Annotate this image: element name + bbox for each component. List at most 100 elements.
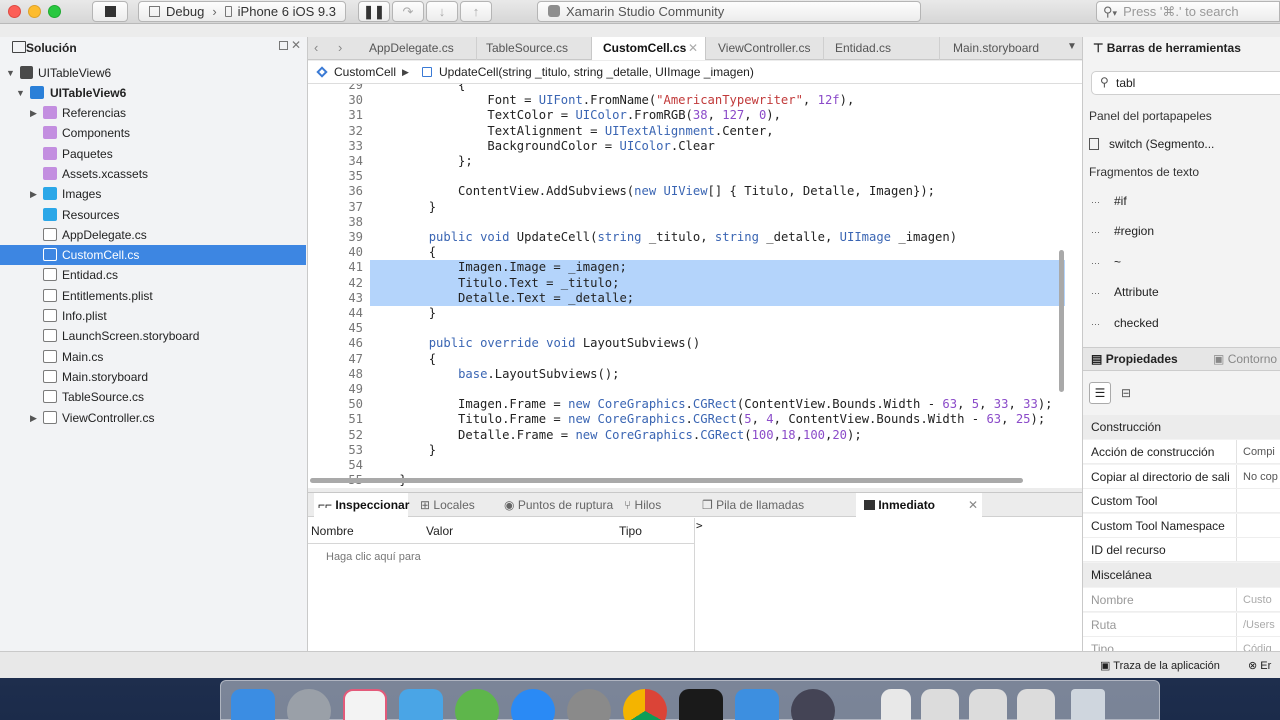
- property-row[interactable]: Custom Tool Namespace: [1083, 513, 1280, 538]
- prop-section-construccion[interactable]: Construcción: [1083, 415, 1280, 439]
- column-tipo[interactable]: Tipo: [619, 524, 642, 538]
- tree-root[interactable]: ▼ UITableView6: [0, 63, 306, 83]
- code-line[interactable]: 54: [308, 458, 1082, 473]
- column-nombre[interactable]: Nombre: [311, 524, 354, 538]
- code-line[interactable]: 44 }: [308, 306, 1082, 321]
- tree-item[interactable]: ▶ Referencias: [0, 103, 306, 123]
- tree-item[interactable]: LaunchScreen.storyboard: [0, 326, 306, 346]
- code-line[interactable]: 46 public override void LayoutSubviews(): [308, 336, 1082, 351]
- code-line[interactable]: 42 Titulo.Text = _titulo;: [308, 275, 1082, 291]
- system-preferences-icon[interactable]: [567, 689, 611, 720]
- pad-tab-callstack[interactable]: ❐ Pila de llamadas: [702, 493, 804, 517]
- code-line[interactable]: 36 ContentView.AddSubviews(new UIView[] …: [308, 184, 1082, 199]
- close-pad-icon[interactable]: ✕: [968, 493, 978, 517]
- finder-icon[interactable]: [231, 689, 275, 720]
- code-line[interactable]: 33 BackgroundColor = UIColor.Clear: [308, 139, 1082, 154]
- property-row[interactable]: Copiar al directorio de sali No cop: [1083, 464, 1280, 489]
- watch-add-hint[interactable]: Haga clic aquí para: [326, 551, 421, 563]
- expand-right-icon[interactable]: ▶: [30, 103, 37, 123]
- simulator-icon[interactable]: [735, 689, 779, 720]
- zoom-window-button[interactable]: [48, 5, 61, 18]
- code-line[interactable]: 31 TextColor = UIColor.FromRGB(38, 127, …: [308, 108, 1082, 123]
- editor-horizontal-scrollbar[interactable]: [310, 478, 1023, 483]
- errors-button[interactable]: ⊗ Er: [1248, 659, 1271, 672]
- tab-forward-icon[interactable]: ›: [338, 40, 342, 55]
- categorize-button[interactable]: ☰: [1089, 382, 1111, 404]
- toolbox-search-input[interactable]: ⚲ tabl: [1091, 71, 1280, 95]
- close-panel-icon[interactable]: ✕: [291, 38, 301, 52]
- screenshot-icon-3[interactable]: [1017, 689, 1055, 720]
- xamarin-icon[interactable]: [343, 689, 387, 720]
- tree-item[interactable]: ▶ ViewController.cs: [0, 408, 306, 428]
- tree-item[interactable]: Paquetes: [0, 144, 306, 164]
- run-config-selector[interactable]: Debug › iPhone 6 iOS 9.3: [138, 1, 346, 22]
- code-line[interactable]: 38: [308, 215, 1082, 230]
- tree-item[interactable]: Info.plist: [0, 306, 306, 326]
- code-line[interactable]: 32 TextAlignment = UITextAlignment.Cente…: [308, 124, 1082, 139]
- tab-tablesource[interactable]: TableSource.cs: [476, 37, 591, 60]
- expand-right-icon[interactable]: ▶: [30, 184, 37, 204]
- code-line[interactable]: 47 {: [308, 352, 1082, 367]
- screenshot-icon-2[interactable]: [969, 689, 1007, 720]
- step-out-button[interactable]: ↑: [460, 1, 492, 22]
- tree-project[interactable]: ▼ UITableView6: [0, 83, 306, 103]
- step-into-button[interactable]: ↓: [426, 1, 458, 22]
- terminal-app-icon[interactable]: [679, 689, 723, 720]
- code-line[interactable]: 43 Detalle.Text = _detalle;: [308, 290, 1082, 306]
- tab-propiedades[interactable]: ▤ Propiedades: [1091, 352, 1178, 366]
- toolbox-snippet[interactable]: ··· #if: [1083, 189, 1280, 213]
- toolbox-snippet[interactable]: ··· Attribute: [1083, 280, 1280, 304]
- property-row[interactable]: Acción de construcción Compi: [1083, 440, 1280, 464]
- tabs-overflow-icon[interactable]: ▼: [1067, 41, 1077, 52]
- pad-tab-inmediato[interactable]: Inmediato ✕: [856, 493, 982, 517]
- toolbox-snippet[interactable]: ··· ~: [1083, 250, 1280, 274]
- app-trace-button[interactable]: ▣ Traza de la aplicación: [1100, 659, 1220, 672]
- property-row[interactable]: Tipo Códig: [1083, 637, 1280, 651]
- editor-vertical-scrollbar[interactable]: [1059, 250, 1064, 392]
- code-line[interactable]: 52 Detalle.Frame = new CoreGraphics.CGRe…: [308, 428, 1082, 443]
- tree-item[interactable]: Main.cs: [0, 347, 306, 367]
- property-row[interactable]: Nombre Custo: [1083, 588, 1280, 612]
- code-line[interactable]: 30 Font = UIFont.FromName("AmericanTypew…: [308, 93, 1082, 108]
- immediate-prompt[interactable]: >: [696, 519, 703, 532]
- xcode-icon[interactable]: [399, 689, 443, 720]
- dock-panel-icon[interactable]: [279, 41, 288, 50]
- prop-section-miscelanea[interactable]: Miscelánea: [1083, 563, 1280, 587]
- code-line[interactable]: 53 }: [308, 443, 1082, 458]
- tab-mainstoryboard[interactable]: Main.storyboard: [939, 37, 1057, 60]
- tree-item[interactable]: AppDelegate.cs: [0, 225, 306, 245]
- code-line[interactable]: 37 }: [308, 200, 1082, 215]
- tab-viewcontroller[interactable]: ViewController.cs: [707, 37, 822, 60]
- code-line[interactable]: 29 {: [308, 84, 1082, 93]
- tree-item[interactable]: ▶ Images: [0, 184, 306, 204]
- tree-item[interactable]: TableSource.cs: [0, 387, 306, 407]
- property-row[interactable]: Ruta/Users: [1083, 612, 1280, 637]
- quicktime-icon[interactable]: [791, 689, 835, 720]
- stop-button[interactable]: [92, 1, 128, 22]
- sort-button[interactable]: ⊟: [1121, 386, 1131, 400]
- pause-button[interactable]: ❚❚: [358, 1, 390, 22]
- breadcrumb-class[interactable]: CustomCell: [334, 61, 396, 84]
- tab-customcell[interactable]: CustomCell.cs ✕: [591, 37, 706, 60]
- tab-appdelegate[interactable]: AppDelegate.cs: [360, 37, 475, 60]
- code-line[interactable]: 40 {: [308, 245, 1082, 260]
- trash-icon[interactable]: [1071, 689, 1105, 720]
- toolbox-section-clipboard[interactable]: Panel del portapapeles: [1083, 104, 1280, 128]
- app-store-icon[interactable]: [511, 689, 555, 720]
- android-studio-icon[interactable]: [455, 689, 499, 720]
- pad-tab-hilos[interactable]: ⑂ Hilos: [624, 493, 661, 517]
- code-line[interactable]: 50 Imagen.Frame = new CoreGraphics.CGRec…: [308, 397, 1082, 412]
- code-line[interactable]: 39 public void UpdateCell(string _titulo…: [308, 230, 1082, 245]
- step-over-button[interactable]: ↷: [392, 1, 424, 22]
- toolbox-section-snippets[interactable]: Fragmentos de texto: [1083, 160, 1280, 184]
- launchpad-icon[interactable]: [287, 689, 331, 720]
- tree-item[interactable]: Resources: [0, 205, 306, 225]
- toolbox-snippet[interactable]: ··· #region: [1083, 219, 1280, 243]
- breadcrumb-method[interactable]: UpdateCell(string _titulo, string _detal…: [439, 61, 754, 84]
- code-line[interactable]: 45: [308, 321, 1082, 336]
- pad-tab-inspeccionar[interactable]: ⌐⌐ Inspeccionar: [314, 493, 409, 517]
- tree-item[interactable]: CustomCell.cs: [0, 245, 306, 266]
- column-valor[interactable]: Valor: [426, 524, 453, 538]
- code-line[interactable]: 41 Imagen.Image = _imagen;: [308, 260, 1082, 276]
- screenshot-icon[interactable]: [921, 689, 959, 720]
